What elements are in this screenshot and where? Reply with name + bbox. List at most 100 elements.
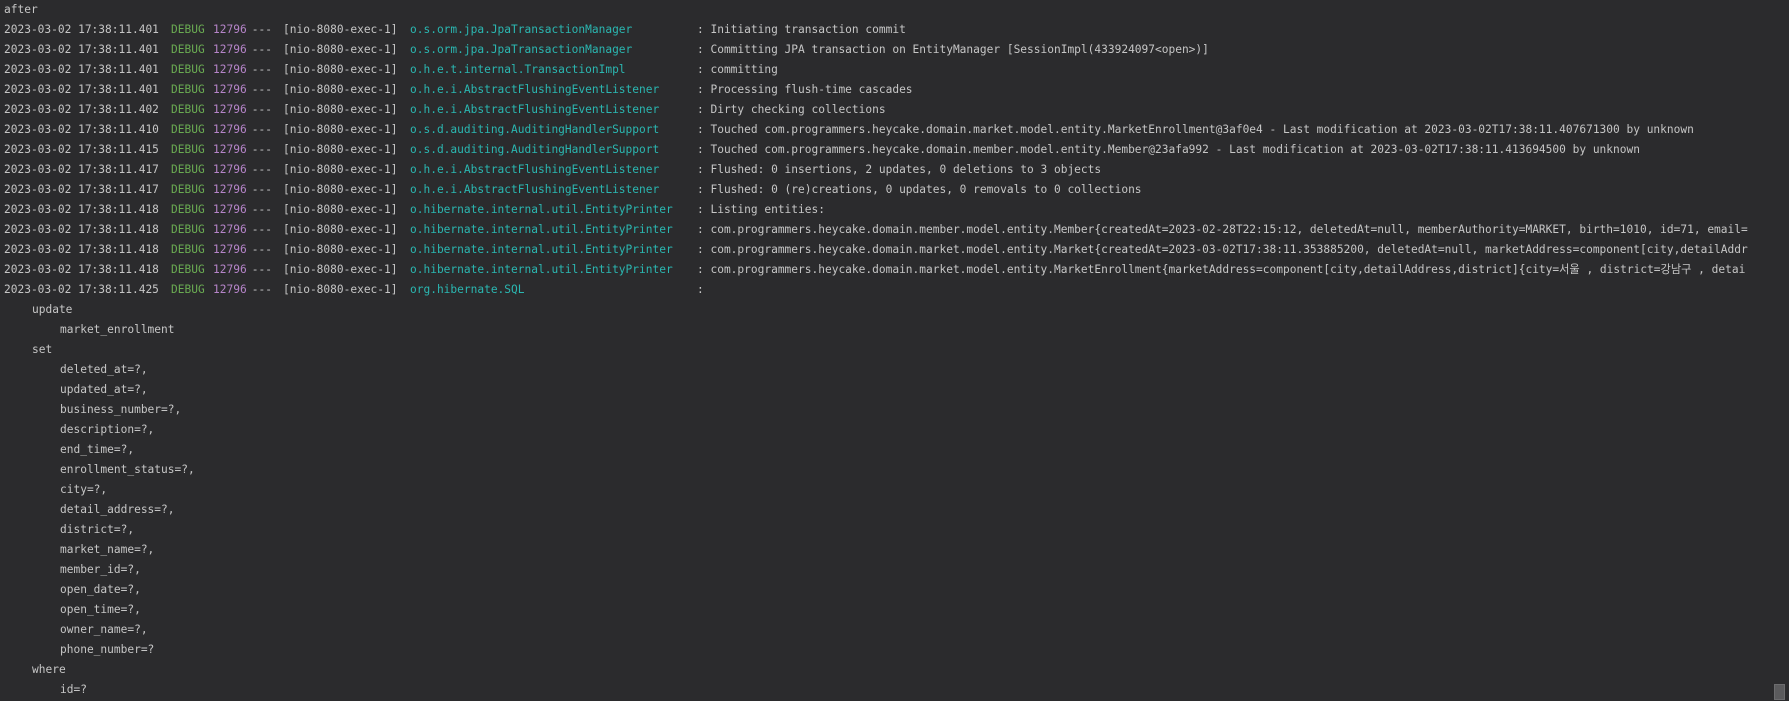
log-level: DEBUG bbox=[171, 103, 205, 116]
log-thread: [nio-8080-exec-1] bbox=[283, 43, 398, 56]
log-message: : Flushed: 0 insertions, 2 updates, 0 de… bbox=[697, 163, 1102, 176]
log-separator: --- bbox=[245, 43, 279, 56]
log-timestamp: 2023-03-02 17:38:11.418 bbox=[4, 243, 159, 256]
log-timestamp: 2023-03-02 17:38:11.401 bbox=[4, 43, 159, 56]
log-process-id: 12796 bbox=[213, 243, 247, 256]
log-level: DEBUG bbox=[171, 43, 205, 56]
log-thread: [nio-8080-exec-1] bbox=[283, 63, 398, 76]
log-process-id: 12796 bbox=[213, 143, 247, 156]
log-timestamp: 2023-03-02 17:38:11.418 bbox=[4, 223, 159, 236]
log-level: DEBUG bbox=[171, 283, 205, 296]
log-separator: --- bbox=[245, 223, 279, 236]
log-process-id: 12796 bbox=[213, 83, 247, 96]
log-process-id: 12796 bbox=[213, 103, 247, 116]
log-logger-name: o.hibernate.internal.util.EntityPrinter bbox=[410, 203, 673, 216]
log-entry-row: 2023-03-02 17:38:11.401 DEBUG 12796 --- [n… bbox=[0, 80, 1789, 100]
log-message: : Touched com.programmers.heycake.domain… bbox=[697, 143, 1640, 156]
log-thread: [nio-8080-exec-1] bbox=[283, 243, 398, 256]
log-logger-name: o.hibernate.internal.util.EntityPrinter bbox=[410, 263, 673, 276]
log-message: : Dirty checking collections bbox=[697, 103, 886, 116]
log-process-id: 12796 bbox=[213, 123, 247, 136]
log-entry-row: 2023-03-02 17:38:11.402 DEBUG 12796 --- [n… bbox=[0, 100, 1789, 120]
log-timestamp: 2023-03-02 17:38:11.425 bbox=[4, 283, 159, 296]
log-level: DEBUG bbox=[171, 83, 205, 96]
log-separator: --- bbox=[245, 243, 279, 256]
log-thread: [nio-8080-exec-1] bbox=[283, 283, 398, 296]
log-process-id: 12796 bbox=[213, 283, 247, 296]
log-separator: --- bbox=[245, 163, 279, 176]
vertical-scrollbar-thumb[interactable] bbox=[1774, 684, 1785, 700]
log-message: : Flushed: 0 (re)creations, 0 updates, 0… bbox=[697, 183, 1142, 196]
log-separator: --- bbox=[245, 23, 279, 36]
log-message: : com.programmers.heycake.domain.market.… bbox=[697, 263, 1746, 276]
sql-line: owner_name=?, bbox=[60, 623, 148, 636]
log-logger-name: o.h.e.i.AbstractFlushingEventListener bbox=[410, 103, 660, 116]
sql-line: phone_number=? bbox=[60, 643, 155, 656]
log-separator: --- bbox=[245, 143, 279, 156]
log-entry-row: 2023-03-02 17:38:11.401 DEBUG 12796 --- [n… bbox=[0, 60, 1789, 80]
sql-line: end_time=?, bbox=[60, 443, 135, 456]
sql-line: deleted_at=?, bbox=[60, 363, 148, 376]
log-thread: [nio-8080-exec-1] bbox=[283, 83, 398, 96]
log-level: DEBUG bbox=[171, 183, 205, 196]
sql-line: district=?, bbox=[60, 523, 135, 536]
log-entry-row: 2023-03-02 17:38:11.415 DEBUG 12796 --- [n… bbox=[0, 140, 1789, 160]
log-thread: [nio-8080-exec-1] bbox=[283, 163, 398, 176]
log-timestamp: 2023-03-02 17:38:11.401 bbox=[4, 63, 159, 76]
log-logger-name: o.h.e.t.internal.TransactionImpl bbox=[410, 63, 626, 76]
log-separator: --- bbox=[245, 83, 279, 96]
log-thread: [nio-8080-exec-1] bbox=[283, 143, 398, 156]
log-separator: --- bbox=[245, 123, 279, 136]
log-process-id: 12796 bbox=[213, 23, 247, 36]
log-entry-row: 2023-03-02 17:38:11.410 DEBUG 12796 --- [n… bbox=[0, 120, 1789, 140]
log-message: : com.programmers.heycake.domain.member.… bbox=[697, 223, 1748, 236]
sql-line: market_name=?, bbox=[60, 543, 155, 556]
log-timestamp: 2023-03-02 17:38:11.417 bbox=[4, 163, 159, 176]
log-entry-row: 2023-03-02 17:38:11.417 DEBUG 12796 --- [n… bbox=[0, 180, 1789, 200]
log-message: : com.programmers.heycake.domain.market.… bbox=[697, 243, 1748, 256]
log-thread: [nio-8080-exec-1] bbox=[283, 203, 398, 216]
log-message: : Touched com.programmers.heycake.domain… bbox=[697, 123, 1694, 136]
log-level: DEBUG bbox=[171, 143, 205, 156]
log-message: : Initiating transaction commit bbox=[697, 23, 906, 36]
log-entry-row: 2023-03-02 17:38:11.401 DEBUG 12796 --- [n… bbox=[0, 40, 1789, 60]
log-process-id: 12796 bbox=[213, 43, 247, 56]
sql-line: open_time=?, bbox=[60, 603, 141, 616]
log-entry-row: 2023-03-02 17:38:11.418 DEBUG 12796 --- [n… bbox=[0, 200, 1789, 220]
log-separator: --- bbox=[245, 263, 279, 276]
log-logger-name: o.h.e.i.AbstractFlushingEventListener bbox=[410, 83, 660, 96]
console-header-text: after bbox=[4, 3, 38, 16]
log-entry-row: 2023-03-02 17:38:11.425 DEBUG 12796 --- [n… bbox=[0, 280, 1789, 300]
sql-line: where bbox=[32, 663, 66, 676]
log-entry-row: 2023-03-02 17:38:11.418 DEBUG 12796 --- [n… bbox=[0, 260, 1789, 280]
log-logger-name: o.s.d.auditing.AuditingHandlerSupport bbox=[410, 123, 660, 136]
console-output[interactable]: after 2023-03-02 17:38:11.401 DEBUG 12796 … bbox=[0, 0, 1789, 701]
log-separator: --- bbox=[245, 63, 279, 76]
log-entry-row: 2023-03-02 17:38:11.418 DEBUG 12796 --- [n… bbox=[0, 240, 1789, 260]
log-level: DEBUG bbox=[171, 223, 205, 236]
sql-line: market_enrollment bbox=[60, 323, 175, 336]
log-process-id: 12796 bbox=[213, 263, 247, 276]
log-level: DEBUG bbox=[171, 23, 205, 36]
log-separator: --- bbox=[245, 183, 279, 196]
log-message: : Committing JPA transaction on EntityMa… bbox=[697, 43, 1209, 56]
log-logger-name: o.hibernate.internal.util.EntityPrinter bbox=[410, 243, 673, 256]
log-logger-name: o.s.d.auditing.AuditingHandlerSupport bbox=[410, 143, 660, 156]
log-thread: [nio-8080-exec-1] bbox=[283, 263, 398, 276]
log-level: DEBUG bbox=[171, 203, 205, 216]
log-level: DEBUG bbox=[171, 163, 205, 176]
log-message: : committing bbox=[697, 63, 778, 76]
log-entry-row: 2023-03-02 17:38:11.417 DEBUG 12796 --- [n… bbox=[0, 160, 1789, 180]
log-logger-name: o.hibernate.internal.util.EntityPrinter bbox=[410, 223, 673, 236]
sql-line: id=? bbox=[60, 683, 87, 696]
log-thread: [nio-8080-exec-1] bbox=[283, 223, 398, 236]
sql-line: updated_at=?, bbox=[60, 383, 148, 396]
sql-line: update bbox=[32, 303, 73, 316]
log-timestamp: 2023-03-02 17:38:11.415 bbox=[4, 143, 159, 156]
log-logger-name: o.h.e.i.AbstractFlushingEventListener bbox=[410, 183, 660, 196]
log-entry-row: 2023-03-02 17:38:11.418 DEBUG 12796 --- [n… bbox=[0, 220, 1789, 240]
sql-line: city=?, bbox=[60, 483, 108, 496]
log-level: DEBUG bbox=[171, 63, 205, 76]
log-separator: --- bbox=[245, 283, 279, 296]
log-timestamp: 2023-03-02 17:38:11.401 bbox=[4, 83, 159, 96]
